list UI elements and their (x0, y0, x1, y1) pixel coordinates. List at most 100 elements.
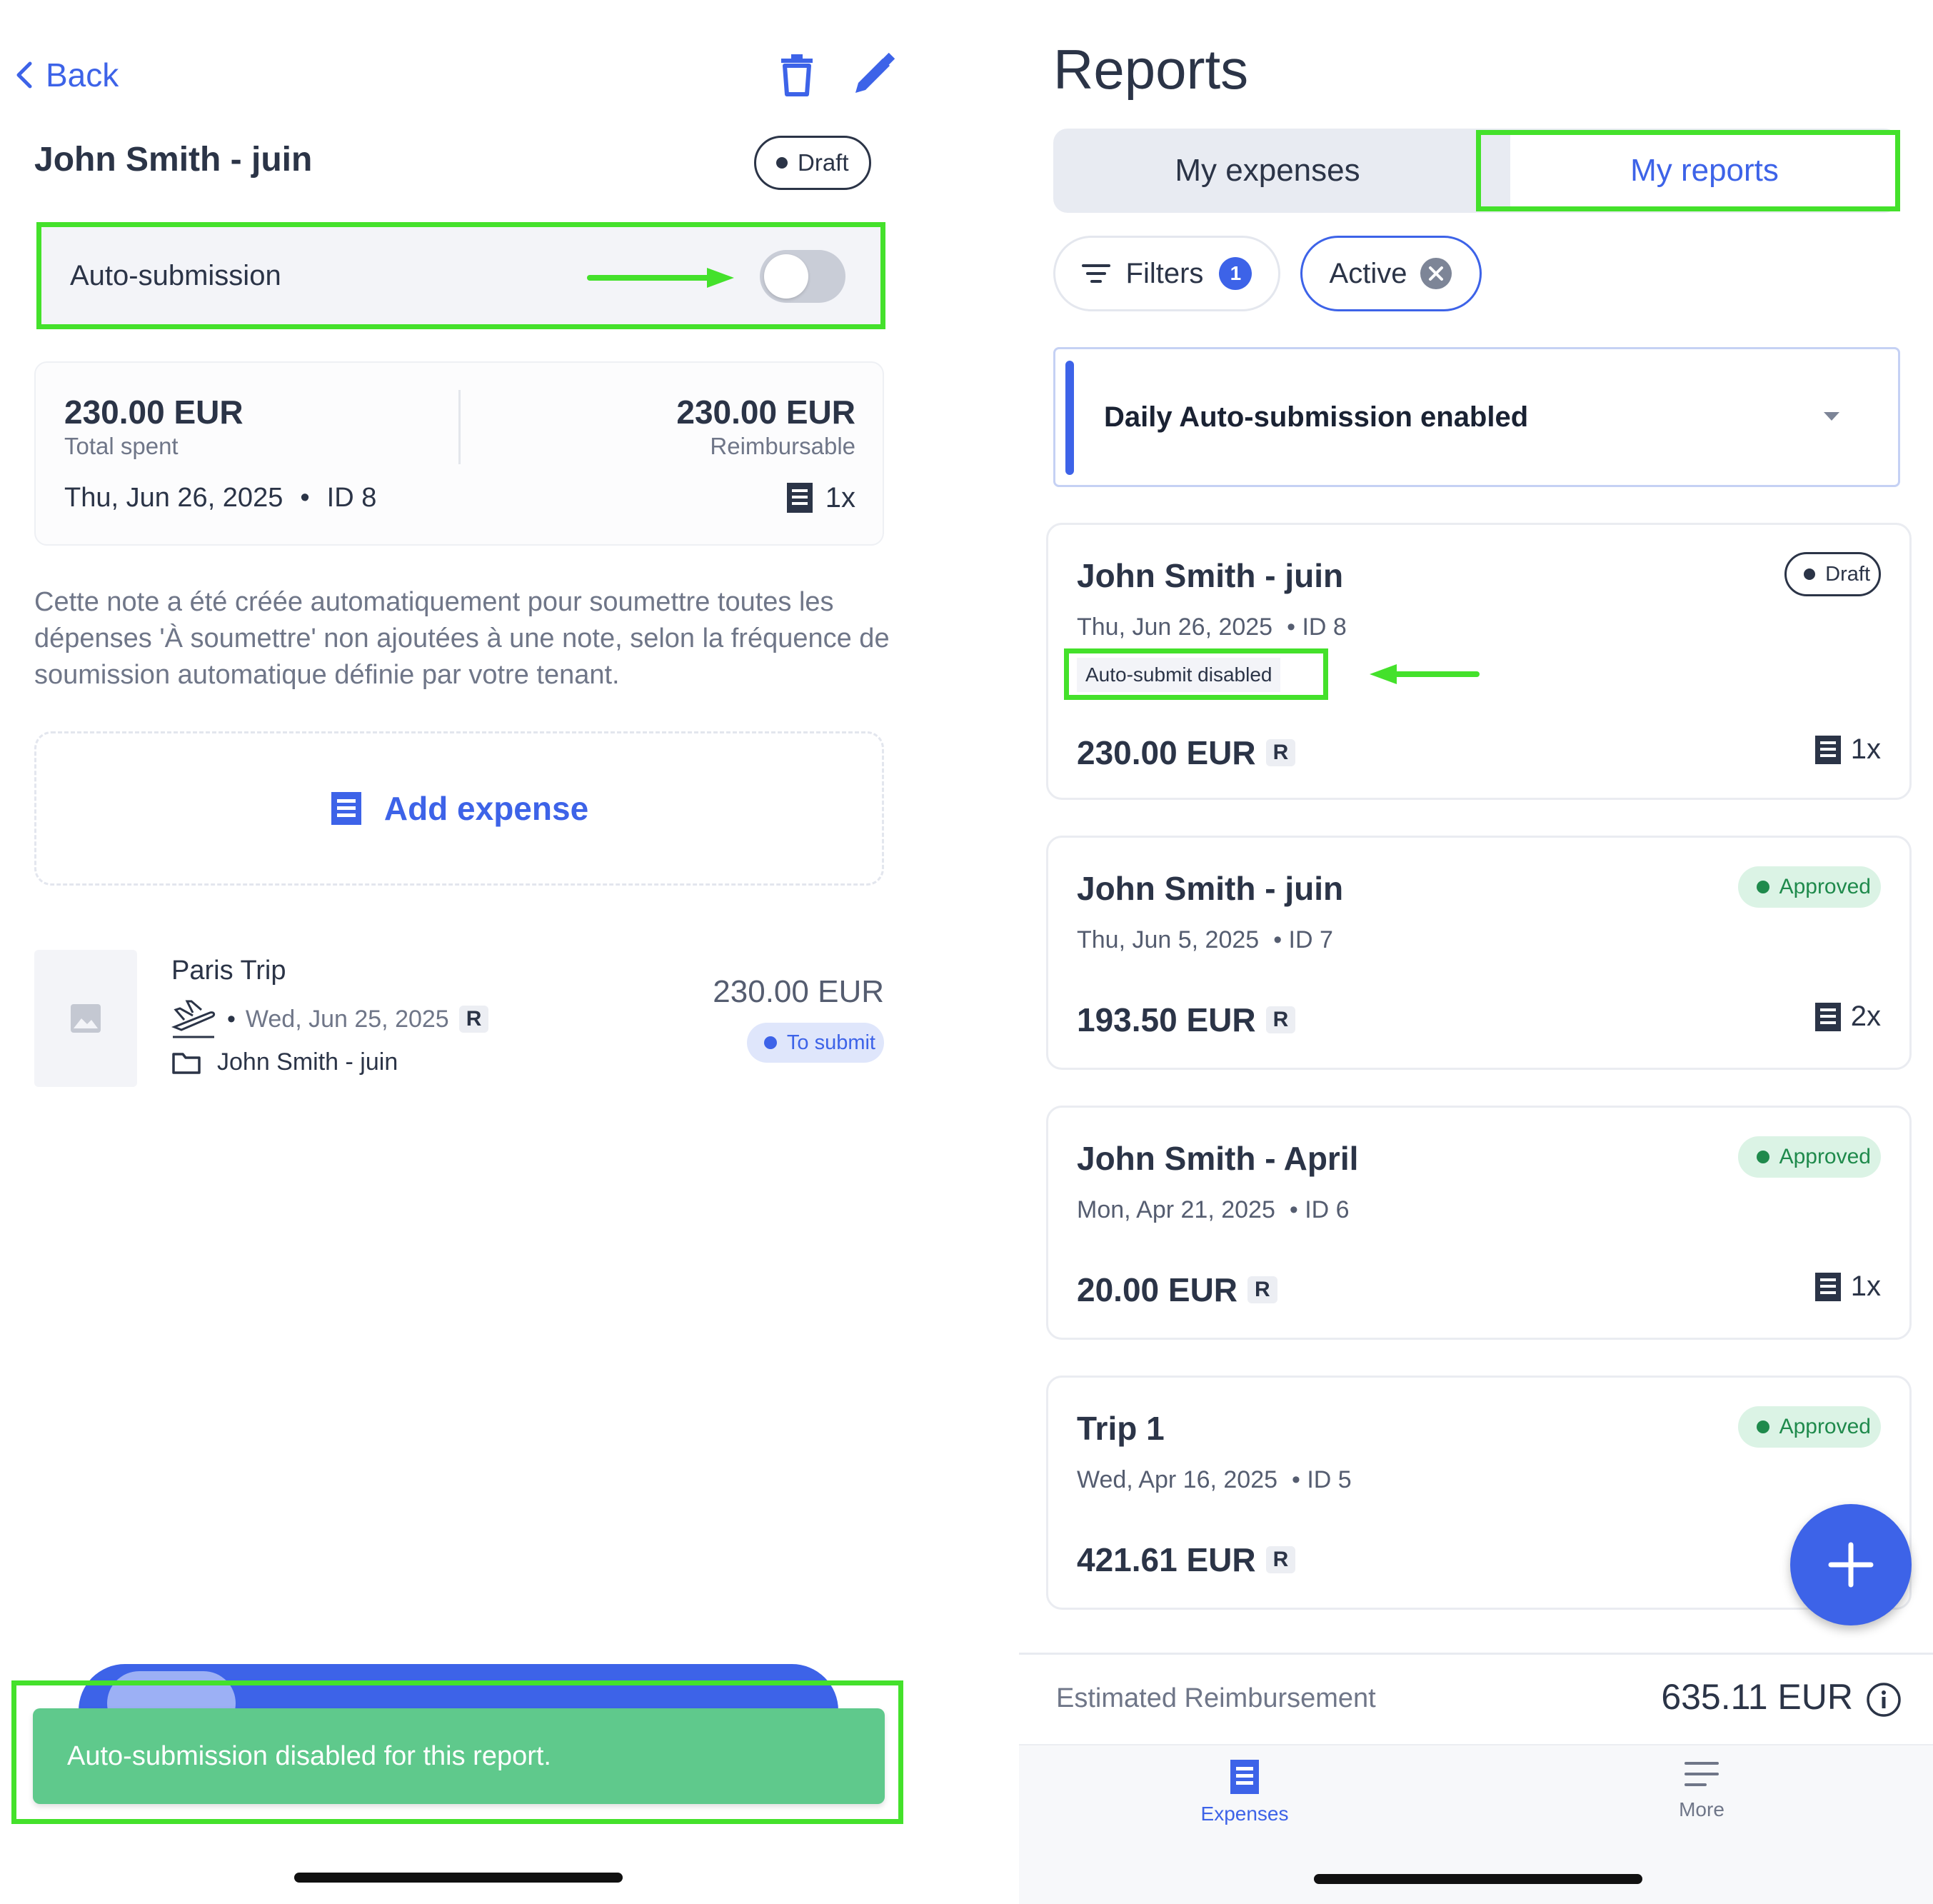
report-card[interactable]: John Smith - juin Draft Thu, Jun 26, 202… (1046, 523, 1912, 800)
status-badge: Approved (1737, 1136, 1881, 1178)
plus-icon (1828, 1542, 1874, 1588)
report-card-id: • ID 7 (1273, 926, 1333, 953)
receipt-count: 1x (785, 481, 855, 514)
report-card[interactable]: Trip 1 Approved Wed, Apr 16, 2025 • ID 5… (1046, 1376, 1912, 1610)
status-dot (1756, 1151, 1769, 1163)
home-indicator (1314, 1874, 1642, 1884)
auto-submission-row: Auto-submission (41, 227, 880, 324)
filters-button[interactable]: Filters 1 (1053, 236, 1280, 311)
status-dot (1756, 1421, 1769, 1433)
filters-label: Filters (1125, 257, 1204, 289)
receipt-icon (785, 481, 814, 514)
expense-meta: • Wed, Jun 25, 2025 R (171, 998, 489, 1040)
status-dot (1756, 881, 1769, 893)
auto-submission-banner[interactable]: Daily Auto-submission enabled (1053, 347, 1900, 487)
arrow-right-icon (587, 266, 737, 290)
report-card-amount-line: 421.61 EUR R (1077, 1540, 1296, 1579)
status-badge: Draft (754, 136, 871, 190)
report-card-id: • ID 6 (1289, 1196, 1350, 1223)
report-card-title: John Smith - juin (1077, 870, 1344, 907)
expense-status-label: To submit (786, 1031, 875, 1054)
arrow-left-icon (1367, 662, 1481, 686)
expense-report-link: John Smith - juin (171, 1048, 398, 1076)
reimbursable-badge: R (1265, 1006, 1296, 1033)
estimated-label: Estimated Reimbursement (1056, 1683, 1376, 1713)
status-badge: Approved (1737, 1406, 1881, 1448)
add-report-button[interactable] (1790, 1504, 1912, 1625)
report-card-amount-line: 230.00 EUR R (1077, 733, 1296, 772)
report-card-count-value: 1x (1850, 1271, 1881, 1302)
receipt-icon (1814, 734, 1842, 766)
report-card-meta: Wed, Apr 16, 2025 • ID 5 (1077, 1466, 1352, 1494)
summary-card: 230.00 EUR Total spent 230.00 EUR Reimbu… (34, 361, 884, 546)
filters-count-badge: 1 (1219, 257, 1252, 290)
nav-expenses[interactable]: Expenses (1173, 1757, 1316, 1825)
divider (458, 390, 461, 464)
report-card-date: Thu, Jun 5, 2025 (1077, 926, 1260, 953)
auto-submission-toggle[interactable] (760, 250, 845, 303)
report-card-amount: 193.50 EUR (1077, 1001, 1256, 1038)
report-card-amount-line: 193.50 EUR R (1077, 1001, 1296, 1039)
add-expense-button[interactable]: Add expense (34, 731, 884, 886)
reports-screen: Reports My expenses My reports Filters 1… (1019, 0, 1933, 1904)
filter-icon (1081, 263, 1110, 284)
active-filter-chip[interactable]: Active (1300, 236, 1482, 311)
nav-more-label: More (1679, 1798, 1724, 1820)
highlight-auto-submit-disabled (1064, 648, 1328, 700)
reimbursable-badge: R (1265, 739, 1296, 766)
report-card-id: • ID 5 (1292, 1466, 1352, 1493)
chevron-left-icon (14, 61, 33, 89)
expense-date: Wed, Jun 25, 2025 (245, 1005, 449, 1033)
info-icon[interactable] (1866, 1682, 1902, 1718)
report-id: ID 8 (326, 483, 377, 513)
report-card-id: • ID 8 (1287, 613, 1347, 641)
report-status: Approved (1779, 1415, 1871, 1438)
pencil-icon[interactable] (851, 53, 895, 97)
receipt-icon (1814, 1001, 1842, 1033)
report-card-amount: 20.00 EUR (1077, 1271, 1238, 1308)
status-dot (763, 1036, 777, 1049)
tab-my-expenses[interactable]: My expenses (1053, 129, 1482, 213)
expense-row[interactable]: Paris Trip • Wed, Jun 25, 2025 R John Sm… (0, 943, 921, 1100)
report-card-count: 1x (1814, 1271, 1881, 1303)
report-card-count: 2x (1814, 1001, 1881, 1033)
report-card-amount: 230.00 EUR (1077, 734, 1256, 771)
highlight-my-reports (1476, 130, 1900, 211)
home-indicator (294, 1873, 623, 1883)
report-title: John Smith - juin (34, 141, 313, 179)
reimbursable-badge: R (458, 1006, 489, 1033)
add-expense-label: Add expense (383, 790, 589, 827)
back-button[interactable]: Back (14, 56, 119, 94)
report-card-date: Thu, Jun 26, 2025 (1077, 613, 1273, 641)
receipt-icon (1227, 1757, 1262, 1797)
expense-title: Paris Trip (171, 956, 286, 986)
report-card-title: John Smith - April (1077, 1140, 1359, 1177)
report-card-date: Wed, Apr 16, 2025 (1077, 1466, 1278, 1493)
image-icon (71, 1004, 101, 1033)
report-card-count-value: 1x (1850, 733, 1881, 765)
trash-icon[interactable] (778, 53, 815, 97)
status-badge: Approved (1737, 866, 1881, 908)
active-chip-label: Active (1329, 257, 1407, 289)
estimated-amount: 635.11 EUR (1661, 1677, 1853, 1717)
date-id-line: Thu, Jun 26, 2025 • ID 8 (64, 483, 376, 513)
report-card-meta: Thu, Jun 26, 2025 • ID 8 (1077, 613, 1347, 641)
report-card-amount: 421.61 EUR (1077, 1541, 1256, 1578)
nav-more[interactable]: More (1630, 1760, 1773, 1821)
report-card-meta: Thu, Jun 5, 2025 • ID 7 (1077, 926, 1333, 954)
report-card-count: 1x (1814, 733, 1881, 766)
report-card-amount-line: 20.00 EUR R (1077, 1271, 1277, 1309)
expense-report-name: John Smith - juin (217, 1048, 398, 1076)
separator-dot: • (300, 483, 310, 513)
report-card[interactable]: John Smith - juin Approved Thu, Jun 5, 2… (1046, 836, 1912, 1070)
report-detail-screen: Back John Smith - juin Draft Auto-submis… (0, 0, 921, 1904)
report-status: Approved (1779, 1145, 1871, 1168)
report-card-date: Mon, Apr 21, 2025 (1077, 1196, 1275, 1223)
receipt-count-value: 1x (825, 481, 855, 513)
report-status: Approved (1779, 875, 1871, 898)
banner-accent-bar (1065, 361, 1074, 475)
report-card[interactable]: John Smith - April Approved Mon, Apr 21,… (1046, 1106, 1912, 1340)
total-spent-label: Total spent (64, 433, 179, 459)
caret-down-icon (1822, 411, 1841, 422)
close-circle-icon[interactable] (1420, 257, 1452, 290)
